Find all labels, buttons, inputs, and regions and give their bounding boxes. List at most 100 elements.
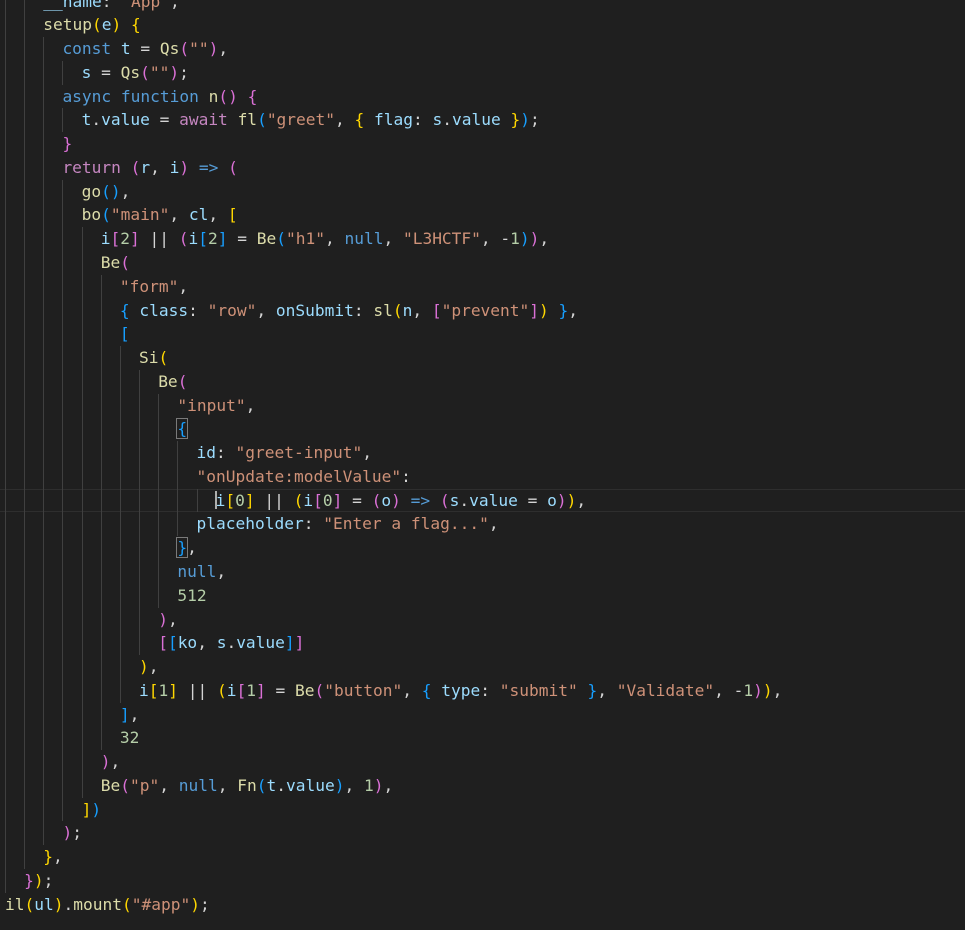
code-line[interactable]: i[0] || (i[0] = (o) => (s.value = o)), — [0, 488, 965, 513]
indent-guide — [139, 607, 141, 632]
code-line[interactable]: 512 — [0, 583, 965, 608]
indent-guide — [24, 417, 26, 442]
code-text: s = Qs(""); — [82, 61, 189, 85]
code-line[interactable]: 32 — [0, 726, 965, 751]
code-line[interactable]: null, — [0, 559, 965, 584]
function-name: Fn — [237, 775, 257, 795]
indent-guide — [100, 631, 102, 656]
number-literal: 2 — [207, 229, 218, 249]
indent-guide — [81, 227, 83, 251]
bracket: [ — [110, 229, 121, 249]
indent-guide — [62, 441, 64, 465]
keyword: => — [198, 157, 219, 177]
punctuation: , — [362, 443, 372, 463]
bracket: ( — [392, 300, 403, 320]
punctuation: : — [413, 110, 433, 130]
string-literal: "p" — [130, 775, 160, 795]
code-line[interactable]: { — [0, 417, 965, 442]
indent-guide — [81, 583, 83, 608]
code-line[interactable]: "form", — [0, 274, 965, 299]
bracket: ] — [294, 633, 305, 653]
indent-guide — [119, 393, 121, 418]
identifier: t — [81, 110, 92, 130]
bracket: ( — [24, 894, 35, 914]
code-line[interactable]: go(), — [0, 179, 965, 204]
code-text: 512 — [177, 584, 206, 608]
identifier: i — [188, 229, 199, 249]
indent-guide — [100, 417, 102, 442]
string-literal: "row" — [207, 300, 257, 320]
function-name: setup — [43, 15, 93, 35]
code-line[interactable]: id: "greet-input", — [0, 441, 965, 465]
code-line[interactable]: [ — [0, 322, 965, 347]
punctuation: , — [197, 633, 217, 653]
code-line[interactable]: "input", — [0, 393, 965, 418]
code-line[interactable]: Be( — [0, 250, 965, 275]
indent-guide — [43, 250, 45, 275]
indent-guide — [177, 441, 179, 465]
function-name: Be — [100, 775, 121, 795]
string-literal: "L3HCTF" — [402, 229, 481, 249]
code-line[interactable]: ], — [0, 702, 965, 727]
code-line[interactable]: }, — [0, 845, 965, 869]
indent-guide — [119, 488, 121, 513]
code-line[interactable]: async function n() { — [0, 84, 965, 109]
indent-guide — [24, 559, 26, 584]
code-line[interactable]: return (r, i) => ( — [0, 155, 965, 180]
indent-guide — [43, 488, 45, 513]
indent-guide — [5, 0, 6, 14]
code-line[interactable]: ), — [0, 750, 965, 774]
code-line[interactable]: s = Qs(""); — [0, 60, 965, 85]
code-line[interactable]: il(ul).mount("#app"); — [0, 893, 965, 917]
indent-guide — [43, 298, 45, 323]
code-line[interactable]: placeholder: "Enter a flag...", — [0, 512, 965, 537]
code-line[interactable]: "onUpdate:modelValue": — [0, 464, 965, 489]
code-line[interactable]: }); — [0, 868, 965, 893]
indent-guide — [5, 512, 6, 537]
code-line[interactable]: { class: "row", onSubmit: sl(n, ["preven… — [0, 298, 965, 323]
code-line[interactable]: } — [0, 132, 965, 156]
indent-guide — [139, 559, 141, 584]
indent-guide — [62, 60, 64, 85]
code-line[interactable]: i[2] || (i[2] = Be("h1", null, "L3HCTF",… — [0, 227, 965, 251]
code-line[interactable]: __name: "App", — [0, 0, 965, 14]
indent-guide — [139, 631, 141, 656]
code-line[interactable]: i[1] || (i[1] = Be("button", { type: "su… — [0, 678, 965, 703]
code-line[interactable]: }, — [0, 536, 965, 560]
indent-guide — [62, 512, 64, 537]
code-line[interactable]: ), — [0, 655, 965, 679]
indent-guide — [24, 655, 26, 679]
code-line[interactable]: ]) — [0, 797, 965, 822]
punctuation: , — [772, 680, 783, 700]
code-line[interactable]: Be( — [0, 369, 965, 394]
indent-guide — [158, 488, 160, 513]
punctuation: . — [226, 633, 237, 653]
indent-guide — [5, 845, 6, 869]
keyword: async — [62, 86, 112, 106]
code-line[interactable]: Si( — [0, 346, 965, 370]
code-text: return (r, i) => ( — [62, 156, 237, 180]
identifier: i — [215, 490, 226, 510]
code-line[interactable]: Be("p", null, Fn(t.value), 1), — [0, 773, 965, 798]
code-line[interactable]: bo("main", cl, [ — [0, 203, 965, 228]
punctuation — [578, 681, 588, 700]
code-editor[interactable]: __name: "App", setup(e) {const t = Qs("")… — [0, 0, 965, 930]
code-line[interactable]: t.value = await fl("greet", { flag: s.va… — [0, 108, 965, 133]
indent-guide — [24, 0, 26, 14]
code-line[interactable]: [[ko, s.value]] — [0, 631, 965, 656]
indent-guide — [24, 369, 26, 394]
indent-guide — [24, 821, 26, 846]
indent-guide — [100, 678, 102, 703]
code-line[interactable]: ), — [0, 607, 965, 632]
code-line[interactable]: const t = Qs(""), — [0, 37, 965, 61]
indent-guide — [24, 750, 26, 774]
indent-guide — [81, 393, 83, 418]
bracket: } — [24, 870, 34, 890]
indent-guide — [5, 13, 6, 38]
indent-guide — [43, 821, 45, 846]
identifier: ko — [177, 633, 198, 653]
bracket: ) — [566, 490, 577, 510]
code-line[interactable]: ); — [0, 821, 965, 846]
function-name: Be — [256, 229, 277, 249]
code-line[interactable]: setup(e) { — [0, 13, 965, 38]
